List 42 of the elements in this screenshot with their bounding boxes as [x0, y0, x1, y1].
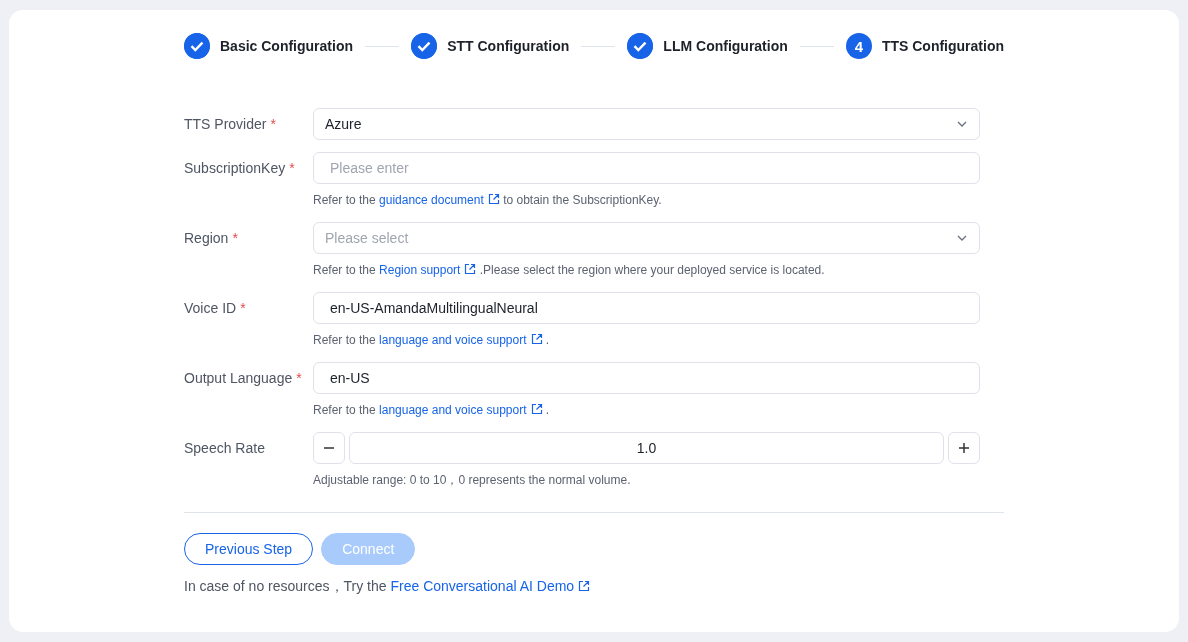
number-field[interactable]: 1.0: [349, 432, 944, 464]
chevron-down-icon: [957, 121, 967, 127]
previous-button[interactable]: Previous Step: [184, 533, 314, 565]
link[interactable]: Free Conversational AI Demo: [390, 578, 591, 594]
hint-text: Refer to the language and voice support .: [313, 402, 551, 418]
step-number: 4: [845, 33, 872, 59]
external-link-icon: [530, 333, 543, 345]
link[interactable]: language and voice support: [379, 403, 543, 417]
link[interactable]: guidance document: [379, 193, 500, 207]
step-label: STT Configuration: [447, 38, 570, 54]
link[interactable]: Region support: [379, 263, 477, 277]
external-link-icon: [578, 580, 591, 592]
required-asterisk: *: [270, 116, 276, 134]
field-label: Region: [184, 230, 229, 248]
step-label: TTS Configuration: [881, 38, 1004, 54]
step-label: Basic Configuration: [220, 38, 353, 54]
plus-icon: [958, 442, 970, 454]
required-asterisk: *: [232, 230, 238, 248]
external-link-icon: [487, 193, 500, 205]
link[interactable]: language and voice support: [379, 333, 543, 347]
field-label: SubscriptionKey: [184, 160, 286, 178]
external-link-icon: [464, 263, 477, 275]
footer-text: In case of no resources，Try the Free Conversational AI Demo: [184, 578, 1004, 596]
field-label: TTS Provider: [184, 116, 267, 134]
chevron-down-icon: [957, 235, 967, 241]
input-field[interactable]: Please enter: [313, 152, 980, 184]
hint-text: Refer to the language and voice support .: [313, 332, 551, 348]
input-field[interactable]: en-US: [313, 362, 980, 394]
field-label: Output Language: [184, 370, 293, 388]
hint-text: Refer to the guidance document to obtain the SubscriptionKey.: [313, 192, 663, 208]
step-label: LLM Configuration: [663, 38, 788, 54]
required-asterisk: *: [289, 160, 295, 178]
external-link-icon: [530, 403, 543, 415]
field-label: Speech Rate: [184, 440, 265, 458]
hint-text: Adjustable range: 0 to 10，0 represents the normal volume.: [313, 472, 632, 488]
required-asterisk: *: [296, 370, 302, 388]
input-field[interactable]: en-US-AmandaMultilingualNeural: [313, 292, 980, 324]
required-asterisk: *: [240, 300, 246, 318]
hint-text: Refer to the Region support .Please select the region where your deployed service is located.: [313, 262, 826, 278]
field-label: Voice ID: [184, 300, 237, 318]
dropdown[interactable]: Azure: [313, 108, 980, 140]
increment-button[interactable]: [948, 432, 980, 464]
